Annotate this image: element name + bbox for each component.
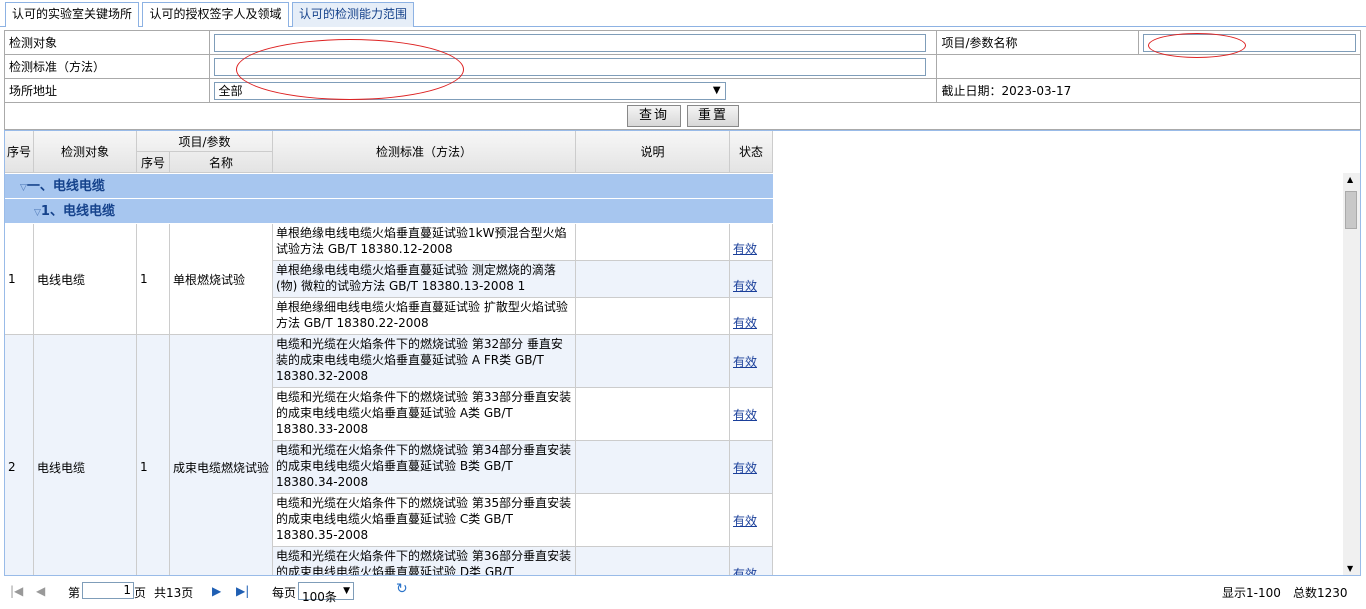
results-grid: 序号 检测对象 项目/参数 序号 名称 检测标准（方法） 说明 状态 ▽一、电线…: [4, 130, 1361, 576]
tab-authorized-signatories[interactable]: 认可的授权签字人及领域: [142, 2, 289, 27]
status-link[interactable]: 有效: [733, 277, 757, 294]
status-link[interactable]: 有效: [733, 406, 757, 423]
col-object[interactable]: 检测对象: [34, 131, 137, 173]
row2-status-3: 有效: [730, 441, 773, 494]
row2-status-5: 有效: [730, 547, 773, 576]
object-label: 检测对象: [4, 30, 210, 55]
per-page-label: 每页: [272, 586, 297, 600]
row1-desc-3: [576, 298, 730, 335]
tab-bar: 认可的实验室关键场所 认可的授权签字人及领域 认可的检测能力范围: [0, 0, 1366, 27]
annotation-ellipse: [236, 39, 464, 100]
tab-lab-key-sites[interactable]: 认可的实验室关键场所: [5, 2, 139, 27]
row1-object: 电线电缆: [34, 224, 137, 335]
row1-status-1: 有效: [730, 224, 773, 261]
status-link[interactable]: 有效: [733, 314, 757, 331]
row2-object: 电线电缆: [34, 335, 137, 575]
vertical-scrollbar[interactable]: ▲ ▼: [1343, 173, 1360, 575]
row2-standard-5: 电缆和光缆在火焰条件下的燃烧试验 第36部分垂直安装的成束电线电缆火焰垂直蔓延试…: [273, 547, 576, 575]
row1-no: 1: [5, 224, 34, 335]
row1-standard-1: 单根绝缘电线电缆火焰垂直蔓延试验1kW预混合型火焰试验方法 GB/T 18380…: [273, 224, 576, 261]
row2-standard-4: 电缆和光缆在火焰条件下的燃烧试验 第35部分垂直安装的成束电线电缆火焰垂直蔓延试…: [273, 494, 576, 547]
collapse-triangle-icon[interactable]: ▽: [20, 183, 27, 193]
reset-button[interactable]: 重置: [687, 105, 739, 127]
row2-desc-1: [576, 335, 730, 388]
col-param-group: 项目/参数: [137, 131, 273, 152]
chevron-down-icon: ▼: [712, 84, 721, 96]
display-range: 显示1-100: [1222, 586, 1281, 600]
button-row: 查询 重置: [4, 102, 1361, 130]
row2-desc-3: [576, 441, 730, 494]
col-standard[interactable]: 检测标准（方法）: [273, 131, 576, 173]
page-number-input[interactable]: 1: [82, 582, 134, 599]
scroll-down-icon[interactable]: ▼: [1347, 564, 1353, 573]
status-link[interactable]: 有效: [733, 512, 757, 529]
search-button[interactable]: 查询: [627, 105, 681, 127]
per-page-value: 100条: [302, 590, 337, 604]
page-suffix: 页: [134, 586, 147, 600]
row1-status-2: 有效: [730, 261, 773, 298]
row2-standard-2: 电缆和光缆在火焰条件下的燃烧试验 第33部分垂直安装的成束电线电缆火焰垂直蔓延试…: [273, 388, 576, 441]
status-link[interactable]: 有效: [733, 353, 757, 370]
chevron-down-icon: ▼: [343, 586, 350, 596]
grid-header: 序号 检测对象 项目/参数 序号 名称 检测标准（方法） 说明 状态: [5, 131, 773, 173]
group-label: 一、电线电缆: [26, 179, 105, 194]
total-pages: 共13页: [154, 586, 194, 600]
row2-status-1: 有效: [730, 335, 773, 388]
col-no[interactable]: 序号: [5, 131, 34, 173]
row2-param-name: 成束电缆燃烧试验: [170, 335, 273, 575]
row1-status-3: 有效: [730, 298, 773, 335]
row2-no: 2: [5, 335, 34, 575]
col-status[interactable]: 状态: [730, 131, 773, 173]
scrollbar-thumb[interactable]: [1345, 191, 1357, 229]
row2-standard-3: 电缆和光缆在火焰条件下的燃烧试验 第34部分垂直安装的成束电线电缆火焰垂直蔓延试…: [273, 441, 576, 494]
group-label: 1、电线电缆: [40, 204, 115, 219]
next-page-icon[interactable]: ▶: [212, 584, 221, 598]
annotation-ellipse: [1148, 33, 1246, 58]
row1-desc-1: [576, 224, 730, 261]
row1-standard-3: 单根绝缘细电线电缆火焰垂直蔓延试验 扩散型火焰试验方法 GB/T 18380.2…: [273, 298, 576, 335]
per-page-select[interactable]: 100条 ▼: [298, 582, 354, 604]
last-page-icon[interactable]: ▶|: [236, 584, 249, 598]
first-page-icon[interactable]: |◀: [10, 584, 23, 598]
row1-standard-2: 单根绝缘电线电缆火焰垂直蔓延试验 测定燃烧的滴落(物) 微粒的试验方法 GB/T…: [273, 261, 576, 298]
row2-status-2: 有效: [730, 388, 773, 441]
page-prefix: 第: [68, 586, 81, 600]
standard-label: 检测标准（方法）: [4, 54, 210, 79]
group-row-level1[interactable]: ▽一、电线电缆: [5, 174, 773, 199]
refresh-icon[interactable]: ↻: [396, 581, 408, 597]
param-name-label: 项目/参数名称: [936, 30, 1139, 55]
scroll-up-icon[interactable]: ▲: [1347, 175, 1353, 184]
pagination-bar: |◀ ◀ 第 1 页 共13页 ▶ ▶| 每页 100条 ▼ ↻ 显示1-100…: [0, 578, 1366, 609]
collapse-triangle-icon[interactable]: ▽: [34, 208, 41, 218]
row1-param-name: 单根燃烧试验: [170, 224, 273, 335]
row2-param-no: 1: [137, 335, 170, 575]
row1-param-no: 1: [137, 224, 170, 335]
col-param-name[interactable]: 名称: [170, 152, 273, 173]
col-desc[interactable]: 说明: [576, 131, 730, 173]
col-param-no[interactable]: 序号: [137, 152, 170, 173]
row2-desc-5: [576, 547, 730, 575]
tab-testing-scope[interactable]: 认可的检测能力范围: [292, 2, 414, 27]
deadline-date: 截止日期：2023-03-17: [936, 78, 1361, 103]
status-link[interactable]: 有效: [733, 565, 757, 576]
status-link[interactable]: 有效: [733, 240, 757, 257]
row2-standard-1: 电缆和光缆在火焰条件下的燃烧试验 第32部分 垂直安装的成束电线电缆火焰垂直蔓延…: [273, 335, 576, 388]
row2-status-4: 有效: [730, 494, 773, 547]
site-select-value: 全部: [218, 83, 243, 98]
site-label: 场所地址: [4, 78, 210, 103]
status-link[interactable]: 有效: [733, 459, 757, 476]
prev-page-icon[interactable]: ◀: [36, 584, 45, 598]
row2-desc-4: [576, 494, 730, 547]
group-row-level2[interactable]: ▽1、电线电缆: [5, 199, 773, 224]
row1-desc-2: [576, 261, 730, 298]
total-count: 总数1230: [1293, 586, 1348, 600]
row2-desc-2: [576, 388, 730, 441]
